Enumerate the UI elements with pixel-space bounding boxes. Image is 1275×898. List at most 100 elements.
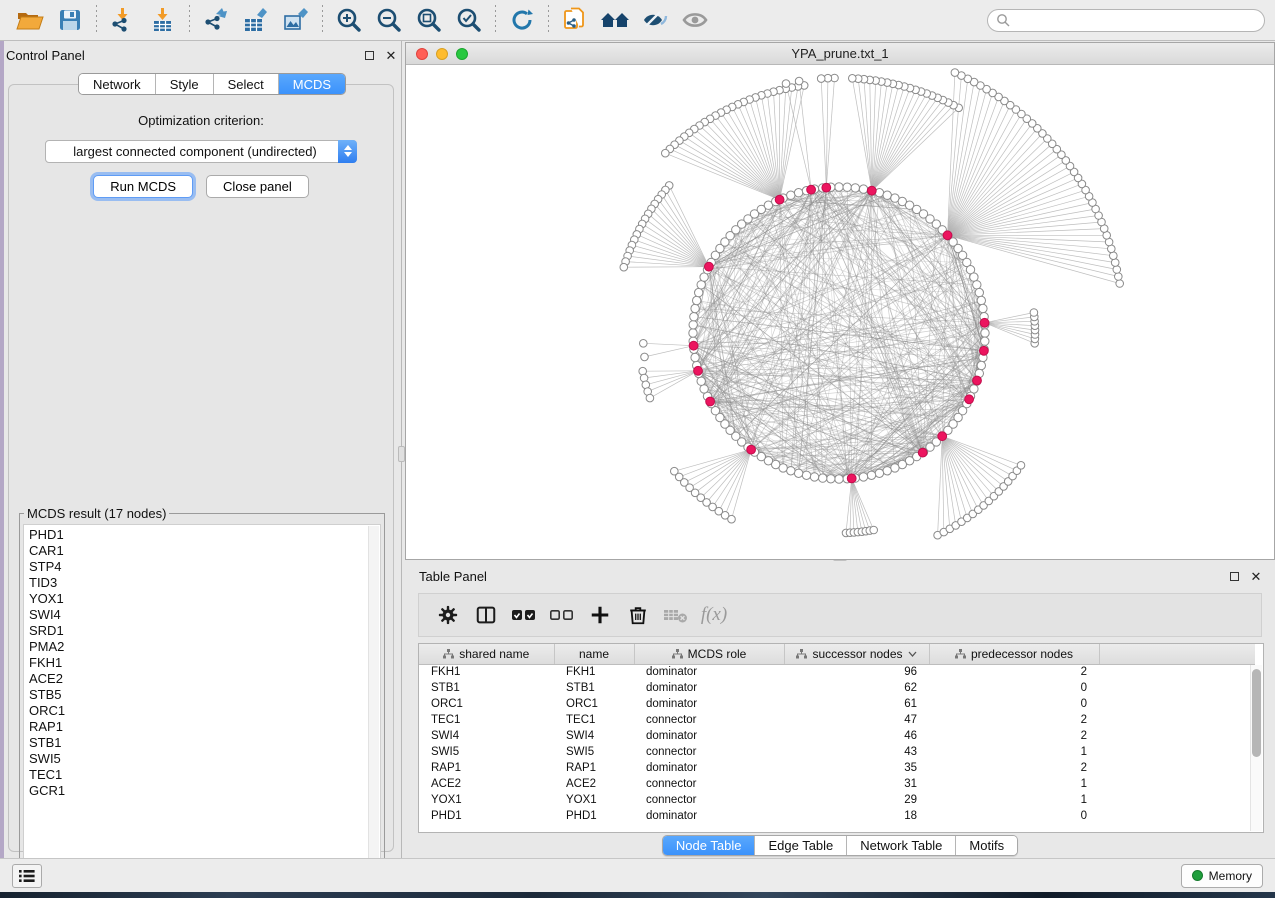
table-cell[interactable]: 96 (784, 664, 929, 680)
table-cell[interactable]: ACE2 (419, 776, 554, 792)
table-cell[interactable]: 1 (929, 792, 1099, 808)
table-cell[interactable]: 47 (784, 712, 929, 728)
table-cell[interactable]: ORC1 (554, 696, 634, 712)
table-cell[interactable]: 61 (784, 696, 929, 712)
column-header-shared-name[interactable]: shared name (419, 644, 554, 664)
search-input[interactable] (1010, 12, 1256, 28)
table-cell[interactable]: connector (634, 712, 784, 728)
table-cell[interactable]: 0 (929, 808, 1099, 824)
table-row[interactable]: SWI5SWI5connector431 (419, 744, 1255, 760)
table-cell[interactable]: 35 (784, 760, 929, 776)
export-network-icon[interactable] (196, 3, 236, 37)
table-cell[interactable]: dominator (634, 696, 784, 712)
table-cell[interactable] (1099, 792, 1255, 808)
save-icon[interactable] (50, 3, 90, 37)
table-row[interactable]: RAP1RAP1dominator352 (419, 760, 1255, 776)
table-cell[interactable]: 46 (784, 728, 929, 744)
mcds-result-item[interactable]: YOX1 (29, 591, 380, 607)
import-table-icon[interactable] (143, 3, 183, 37)
table-cell[interactable]: 2 (929, 728, 1099, 744)
column-header-successor-nodes[interactable]: successor nodes (784, 644, 929, 664)
table-cell[interactable]: connector (634, 792, 784, 808)
task-history-button[interactable] (12, 864, 42, 888)
table-cell[interactable]: SWI5 (419, 744, 554, 760)
table-cell[interactable]: dominator (634, 728, 784, 744)
table-row[interactable]: STB1STB1dominator620 (419, 680, 1255, 696)
mcds-result-item[interactable]: STP4 (29, 559, 380, 575)
tab-network[interactable]: Network (79, 74, 156, 94)
column-header-mcds-role[interactable]: MCDS role (634, 644, 784, 664)
mcds-result-item[interactable]: TEC1 (29, 767, 380, 783)
table-cell[interactable] (1099, 680, 1255, 696)
network-window-titlebar[interactable]: YPA_prune.txt_1 (406, 43, 1274, 65)
table-cell[interactable]: ORC1 (419, 696, 554, 712)
splitter-grip[interactable] (398, 446, 405, 462)
table-cell[interactable] (1099, 776, 1255, 792)
table-cell[interactable]: FKH1 (554, 664, 634, 680)
close-panel-icon[interactable]: ✕ (384, 48, 398, 62)
select-all-icon[interactable] (505, 597, 543, 633)
tab-edge-table[interactable]: Edge Table (755, 836, 847, 855)
mcds-result-item[interactable]: CAR1 (29, 543, 380, 559)
column-header-predecessor-nodes[interactable]: predecessor nodes (929, 644, 1099, 664)
table-cell[interactable]: STB1 (554, 680, 634, 696)
export-table-icon[interactable] (236, 3, 276, 37)
table-cell[interactable]: connector (634, 744, 784, 760)
table-cell[interactable]: dominator (634, 760, 784, 776)
table-row[interactable]: ACE2ACE2connector311 (419, 776, 1255, 792)
network-graph[interactable] (406, 65, 1274, 559)
table-row[interactable]: PHD1PHD1dominator180 (419, 808, 1255, 824)
vertical-splitter[interactable] (398, 41, 405, 858)
table-cell[interactable]: 2 (929, 712, 1099, 728)
table-cell[interactable]: 2 (929, 760, 1099, 776)
table-cell[interactable] (1099, 664, 1255, 680)
refresh-icon[interactable] (502, 3, 542, 37)
delete-row-icon[interactable] (619, 597, 657, 633)
tab-mcds[interactable]: MCDS (279, 74, 345, 94)
table-cell[interactable] (1099, 760, 1255, 776)
mcds-result-item[interactable]: GCR1 (29, 783, 380, 799)
float-panel-icon[interactable] (362, 48, 376, 62)
table-cell[interactable]: SWI4 (419, 728, 554, 744)
column-header-name[interactable]: name (554, 644, 634, 664)
mcds-result-item[interactable]: FKH1 (29, 655, 380, 671)
tab-network-table[interactable]: Network Table (847, 836, 956, 855)
table-cell[interactable]: SWI4 (554, 728, 634, 744)
mcds-result-item[interactable]: TID3 (29, 575, 380, 591)
minimize-window-icon[interactable] (436, 48, 448, 60)
mcds-result-list[interactable]: PHD1CAR1STP4TID3YOX1SWI4SRD1PMA2FKH1ACE2… (23, 524, 381, 875)
zoom-fit-icon[interactable] (409, 3, 449, 37)
mcds-result-item[interactable]: STB5 (29, 687, 380, 703)
table-cell[interactable]: 2 (929, 664, 1099, 680)
table-cell[interactable]: SWI5 (554, 744, 634, 760)
open-icon[interactable] (10, 3, 50, 37)
mcds-result-item[interactable]: ACE2 (29, 671, 380, 687)
table-row[interactable]: SWI4SWI4dominator462 (419, 728, 1255, 744)
table-cell[interactable]: 31 (784, 776, 929, 792)
table-cell[interactable]: connector (634, 776, 784, 792)
table-cell[interactable]: 29 (784, 792, 929, 808)
show-columns-icon[interactable] (467, 597, 505, 633)
table-cell[interactable]: 0 (929, 696, 1099, 712)
table-scrollbar[interactable] (1250, 665, 1262, 831)
table-cell[interactable]: dominator (634, 680, 784, 696)
node-table[interactable]: shared name name (418, 643, 1264, 833)
show-graphics-details-icon[interactable] (675, 3, 715, 37)
criterion-dropdown[interactable]: largest connected component (undirected) (45, 140, 357, 163)
tab-style[interactable]: Style (156, 74, 214, 94)
table-cell[interactable]: FKH1 (419, 664, 554, 680)
table-row[interactable]: YOX1YOX1connector291 (419, 792, 1255, 808)
table-cell[interactable]: PHD1 (419, 808, 554, 824)
table-cell[interactable]: RAP1 (554, 760, 634, 776)
table-cell[interactable]: 0 (929, 680, 1099, 696)
zoom-out-icon[interactable] (369, 3, 409, 37)
close-panel-button[interactable]: Close panel (206, 175, 309, 198)
table-row[interactable]: TEC1TEC1connector472 (419, 712, 1255, 728)
mcds-list-scrollbar[interactable] (368, 526, 379, 873)
tab-select[interactable]: Select (214, 74, 279, 94)
mcds-result-item[interactable]: PMA2 (29, 639, 380, 655)
tab-motifs[interactable]: Motifs (956, 836, 1017, 855)
zoom-in-icon[interactable] (329, 3, 369, 37)
home-icon[interactable] (595, 3, 635, 37)
share-document-icon[interactable] (555, 3, 595, 37)
